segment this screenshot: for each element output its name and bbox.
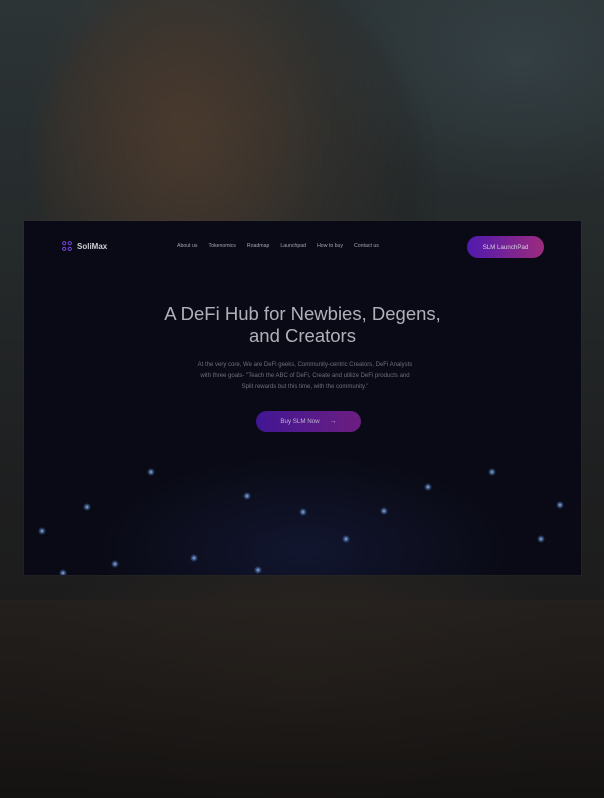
website-preview: SoliMax About us Tokenomics Roadmap Laun… <box>24 221 581 575</box>
light-beam-glow <box>243 492 251 500</box>
light-beam-glow <box>424 483 432 491</box>
light-beam-glow <box>254 566 262 574</box>
light-beam-glow <box>147 468 155 476</box>
light-beams-decoration <box>38 468 564 575</box>
light-beam-glow <box>380 507 388 515</box>
light-beam-glow <box>83 503 91 511</box>
light-beam-glow <box>59 569 67 575</box>
light-beam-glow <box>342 535 350 543</box>
light-beam-glow <box>556 501 564 509</box>
light-beam-glow <box>111 560 119 568</box>
light-beam-glow <box>537 535 545 543</box>
background-floor <box>0 600 604 798</box>
light-beam-glow <box>488 468 496 476</box>
light-beam-glow <box>190 554 198 562</box>
light-beams <box>38 468 564 575</box>
light-beam-glow <box>299 508 307 516</box>
light-beam-glow <box>38 527 46 535</box>
